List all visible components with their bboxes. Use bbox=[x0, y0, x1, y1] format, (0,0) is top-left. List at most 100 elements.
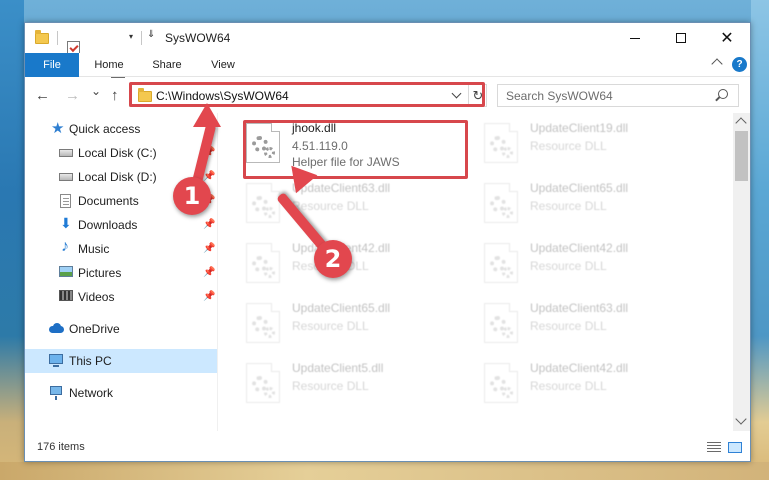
sidebar-item-onedrive[interactable]: OneDrive bbox=[25, 317, 217, 341]
sidebar-item-network[interactable]: Network bbox=[25, 381, 217, 405]
dll-file-icon bbox=[484, 123, 518, 163]
maximize-button[interactable] bbox=[658, 23, 704, 53]
pin-icon: 📌 bbox=[203, 291, 216, 302]
navigation-bar: ← → ⌄ ↑ C:\Windows\SysWOW64 ↻ Search Sys… bbox=[25, 78, 750, 112]
tab-file[interactable]: File bbox=[25, 53, 79, 77]
pin-toolbar-icon[interactable]: ⇓ bbox=[147, 29, 155, 40]
tab-view[interactable]: View bbox=[197, 53, 249, 77]
file-type: Resource DLL bbox=[292, 199, 369, 213]
vertical-scrollbar[interactable] bbox=[733, 113, 750, 431]
refresh-button[interactable]: ↻ bbox=[468, 85, 487, 106]
expand-ribbon-icon[interactable] bbox=[711, 58, 723, 70]
back-button[interactable]: ← bbox=[35, 87, 50, 104]
toolbar-separator bbox=[57, 31, 58, 45]
sidebar-item-label: Quick access bbox=[69, 122, 141, 136]
file-tile[interactable]: UpdateClient63.dll Resource DLL bbox=[218, 177, 448, 237]
dll-file-icon bbox=[484, 363, 518, 403]
dll-file-icon bbox=[246, 363, 280, 403]
step-2-badge: 2 bbox=[314, 240, 352, 278]
file-tile[interactable]: UpdateClient63.dll Resource DLL bbox=[456, 297, 686, 357]
dll-file-icon bbox=[246, 183, 280, 223]
navigation-pane: Quick access Local Disk (C:) 📌 Local Dis… bbox=[25, 113, 217, 431]
tab-home[interactable]: Home bbox=[83, 53, 135, 77]
download-icon bbox=[60, 215, 74, 232]
customize-toolbar-icon[interactable]: ▾ bbox=[129, 32, 133, 41]
address-path[interactable]: C:\Windows\SysWOW64 bbox=[156, 89, 289, 103]
sidebar-item-label: Local Disk (C:) bbox=[78, 146, 157, 160]
file-name: UpdateClient5.dll bbox=[292, 361, 384, 375]
recent-locations-button[interactable]: ⌄ bbox=[91, 84, 101, 98]
dll-file-icon bbox=[484, 183, 518, 223]
pin-icon: 📌 bbox=[203, 267, 216, 278]
sidebar-item-pictures[interactable]: Pictures 📌 bbox=[25, 261, 217, 285]
search-placeholder: Search SysWOW64 bbox=[506, 89, 613, 103]
sidebar-item-local-disk-c[interactable]: Local Disk (C:) 📌 bbox=[25, 141, 217, 165]
status-bar: 176 items bbox=[25, 431, 750, 461]
close-button[interactable]: ✕ bbox=[704, 23, 750, 53]
file-tile[interactable]: UpdateClient42.dll Resource DLL bbox=[456, 237, 686, 297]
music-icon bbox=[60, 238, 74, 256]
search-icon[interactable] bbox=[718, 89, 728, 99]
sidebar-item-quick-access[interactable]: Quick access bbox=[25, 117, 217, 141]
minimize-button[interactable] bbox=[612, 23, 658, 53]
search-input[interactable]: Search SysWOW64 bbox=[497, 84, 739, 107]
dll-file-icon bbox=[246, 243, 280, 283]
desktop-background-bottom bbox=[0, 462, 769, 480]
file-tile[interactable]: UpdateClient5.dll Resource DLL bbox=[218, 357, 448, 417]
desktop-background-left bbox=[0, 0, 24, 480]
title-bar: ▾ ⇓ SysWOW64 ✕ bbox=[25, 23, 750, 78]
details-view-icon[interactable] bbox=[707, 442, 721, 453]
file-tile[interactable]: UpdateClient19.dll Resource DLL bbox=[456, 117, 686, 177]
sidebar-item-label: Documents bbox=[78, 194, 139, 208]
scrollbar-thumb[interactable] bbox=[735, 131, 748, 181]
sidebar-item-this-pc[interactable]: This PC bbox=[25, 349, 217, 373]
toolbar-separator bbox=[141, 31, 142, 45]
file-tile[interactable]: UpdateClient65.dll Resource DLL bbox=[218, 297, 448, 357]
folder-icon bbox=[35, 30, 49, 44]
onedrive-icon bbox=[49, 322, 64, 336]
sidebar-item-label: This PC bbox=[69, 354, 112, 368]
tab-share[interactable]: Share bbox=[141, 53, 193, 77]
sidebar-item-label: OneDrive bbox=[69, 322, 120, 336]
file-tile-jhook[interactable]: jhook.dll 4.51.119.0 Helper file for JAW… bbox=[218, 117, 448, 177]
sidebar-item-music[interactable]: Music 📌 bbox=[25, 237, 217, 261]
sidebar-item-label: Music bbox=[78, 242, 110, 256]
file-tile[interactable]: UpdateClient65.dll Resource DLL bbox=[456, 177, 686, 237]
dll-file-icon bbox=[246, 303, 280, 343]
scroll-down-icon[interactable] bbox=[735, 413, 747, 425]
file-name: jhook.dll bbox=[292, 121, 337, 135]
file-type: Resource DLL bbox=[530, 139, 607, 153]
step-1-badge: 1 bbox=[173, 177, 211, 215]
file-tile[interactable]: UpdateClient42.dll Resource DLL bbox=[456, 357, 686, 417]
help-icon[interactable]: ? bbox=[732, 57, 747, 72]
pin-icon: 📌 bbox=[203, 243, 216, 254]
sidebar-item-downloads[interactable]: Downloads 📌 bbox=[25, 213, 217, 237]
file-name: UpdateClient42.dll bbox=[530, 361, 629, 375]
sidebar-item-label: Network bbox=[69, 386, 114, 400]
file-type: Resource DLL bbox=[292, 379, 369, 393]
document-icon bbox=[60, 194, 71, 208]
forward-button[interactable]: → bbox=[65, 87, 80, 104]
address-bar[interactable]: C:\Windows\SysWOW64 ↻ bbox=[129, 84, 487, 107]
explorer-window: ▾ ⇓ SysWOW64 ✕ File Home Share View ? ← … bbox=[24, 22, 751, 462]
scroll-up-icon[interactable] bbox=[735, 117, 747, 129]
star-icon bbox=[51, 119, 65, 137]
pictures-icon bbox=[59, 266, 73, 277]
up-button[interactable]: ↑ bbox=[111, 87, 119, 104]
sidebar-item-label: Downloads bbox=[78, 218, 138, 232]
disk-icon bbox=[59, 173, 73, 181]
file-name: UpdateClient19.dll bbox=[530, 121, 629, 135]
videos-icon bbox=[59, 290, 73, 301]
pin-icon: 📌 bbox=[203, 219, 216, 230]
file-name: UpdateClient63.dll bbox=[530, 301, 629, 315]
callout-arrowhead-1 bbox=[193, 103, 221, 127]
this-pc-icon bbox=[49, 354, 63, 367]
tiles-view-icon[interactable] bbox=[728, 442, 742, 453]
file-type: Resource DLL bbox=[530, 379, 607, 393]
chevron-down-icon[interactable] bbox=[451, 88, 462, 99]
network-icon bbox=[50, 386, 62, 400]
sidebar-item-videos[interactable]: Videos 📌 bbox=[25, 285, 217, 309]
file-name: UpdateClient65.dll bbox=[530, 181, 629, 195]
ribbon: File Home Share View ? bbox=[25, 53, 750, 77]
item-count: 176 items bbox=[37, 441, 85, 453]
